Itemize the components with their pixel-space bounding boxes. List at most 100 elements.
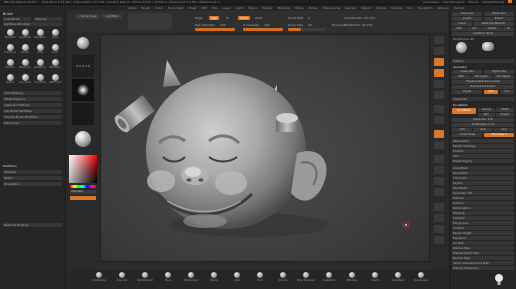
section-clip-brush-modifiers[interactable]: Clip Brush Modifiers xyxy=(3,109,62,113)
section-smooth-brush-modifiers[interactable]: Smooth Brush Modifiers xyxy=(3,115,62,119)
brush-hpolish[interactable]: hPolish xyxy=(19,44,31,56)
polyf-button[interactable] xyxy=(434,203,444,211)
menu-movie[interactable]: Movie xyxy=(295,6,304,10)
clone-button[interactable]: Clone xyxy=(452,22,472,26)
aahalf-button[interactable] xyxy=(434,91,444,99)
lower-res-button[interactable]: Lower Res xyxy=(452,70,482,74)
layers-section[interactable]: Layers xyxy=(452,181,514,185)
arraymesh-section[interactable]: ArrayMesh xyxy=(452,166,514,170)
sub-button[interactable]: Sub xyxy=(473,128,493,132)
zoom3d-button[interactable] xyxy=(434,177,444,185)
move-view-button[interactable] xyxy=(434,166,444,174)
section-tablet-pressure[interactable]: Tablet Pressure xyxy=(3,97,62,101)
blur-slider[interactable]: Blur xyxy=(478,113,495,117)
freeze-subdiv-button[interactable]: Freeze SubDivision Levels xyxy=(452,80,514,84)
geometry-section[interactable]: Geometry xyxy=(452,65,514,69)
polish-toggle[interactable]: Polish xyxy=(496,108,514,112)
draw-size-slider[interactable] xyxy=(288,28,326,31)
shelf-brush-slash3[interactable]: Slash3 xyxy=(366,272,384,288)
menu-document[interactable]: Document xyxy=(168,6,184,10)
dynamesh-section[interactable]: DynaMesh xyxy=(452,103,514,107)
material-thumb[interactable] xyxy=(72,128,94,150)
m-toggle[interactable]: M xyxy=(226,16,229,20)
menu-stencil[interactable]: Stencil xyxy=(361,6,371,10)
shelf-brush-selectlasso[interactable]: SelectLasso xyxy=(412,272,430,288)
groups-toggle[interactable]: Groups xyxy=(478,108,495,112)
visibility-section[interactable]: Visibility xyxy=(452,216,514,220)
goz-visible-button[interactable]: Visible xyxy=(482,27,502,31)
uv-map-section[interactable]: UV Map xyxy=(452,241,514,245)
lightbox-button[interactable]: LightBox xyxy=(102,14,122,19)
reconstruct-subdiv-button[interactable]: Reconstruct Subdiv xyxy=(452,85,514,89)
dynamesh-button[interactable]: DynaMesh xyxy=(452,108,476,114)
z-intensity-slider[interactable] xyxy=(243,28,283,31)
shelf-brush-pinch[interactable]: Pinch xyxy=(251,272,269,288)
menu-draw[interactable]: Draw xyxy=(189,6,197,10)
brush-standard[interactable]: Standard xyxy=(4,29,16,41)
texture-thumb[interactable] xyxy=(72,103,94,125)
add-button[interactable]: Add xyxy=(452,128,472,132)
shelf-brush-trimdynamic[interactable]: TrimDynamic xyxy=(182,272,200,288)
see-through-slider[interactable]: See-through 0 xyxy=(443,0,464,4)
del-higher-button[interactable]: Del Higher xyxy=(493,75,514,79)
mrgb-toggle[interactable]: Mrgb xyxy=(195,16,203,20)
actual-button[interactable] xyxy=(434,80,444,88)
shelf-brush-move-topological[interactable]: Move Topological xyxy=(297,272,315,288)
brush-claybuildup[interactable]: ClayBuildup xyxy=(19,29,31,41)
tool-thumb-2[interactable] xyxy=(480,42,496,56)
shelf-brush-zmodeler[interactable]: ZModeler xyxy=(343,272,361,288)
geometry-hd-section[interactable]: Geometry HD xyxy=(452,191,514,195)
section-alpha-and-texture[interactable]: Alpha and Texture xyxy=(3,103,62,107)
zoom-button[interactable] xyxy=(434,69,444,77)
vector-displacement-section[interactable]: Vector Displacement Map xyxy=(452,261,514,265)
brush-snakehook[interactable]: SnakeHook xyxy=(34,59,46,71)
claypolish-section[interactable]: ClayPolish xyxy=(452,97,514,101)
sdiv-slider[interactable]: SDiv xyxy=(452,75,470,79)
goz-r-button[interactable]: R xyxy=(503,27,514,31)
rotate-button[interactable] xyxy=(434,188,444,196)
position-section[interactable]: Position xyxy=(452,149,514,153)
brush-move-topological[interactable]: Move Topological xyxy=(19,59,31,71)
save-as-button[interactable]: Save As xyxy=(34,17,62,21)
menu-transform[interactable]: Transform xyxy=(418,6,433,10)
texture-map-section[interactable]: Texture Map xyxy=(452,246,514,250)
contact-section[interactable]: Contact xyxy=(452,226,514,230)
switch-color-button[interactable] xyxy=(70,196,96,200)
bpr-button[interactable] xyxy=(434,36,444,44)
menu-zscript[interactable]: Zscript xyxy=(454,6,464,10)
modifier-orientation[interactable]: Orientation xyxy=(3,182,62,186)
menu-edit[interactable]: Edit xyxy=(201,6,207,10)
transp-button[interactable] xyxy=(434,214,444,222)
xyz-button[interactable] xyxy=(434,141,444,149)
quicksave-button[interactable]: QuickSave xyxy=(423,0,439,4)
polypaint-section[interactable]: Polypaint xyxy=(452,236,514,240)
menu-material[interactable]: Material xyxy=(278,6,290,10)
zadd-toggle[interactable]: Zadd xyxy=(238,16,250,20)
brush-imm-primitives[interactable]: IMM Primitives xyxy=(49,74,61,86)
export-button[interactable]: Export xyxy=(484,17,514,21)
subtool-section[interactable]: Subtool xyxy=(452,59,514,63)
menu-macro[interactable]: Macro xyxy=(248,6,257,10)
menu-stroke[interactable]: Stroke xyxy=(376,6,386,10)
home-page-button[interactable]: Home Page xyxy=(76,14,100,19)
current-brush-thumb[interactable] xyxy=(72,35,94,53)
modify-topology-section[interactable]: Modify Topology xyxy=(452,144,514,148)
menu-alpha[interactable]: Alpha xyxy=(128,6,137,10)
brush-pinch[interactable]: Pinch xyxy=(49,44,61,56)
subprojection-slider[interactable]: SubProjection 0.6 xyxy=(452,123,514,127)
rgb-toggle[interactable]: Rgb xyxy=(209,16,219,20)
copy-tool-button[interactable]: Copy Tool xyxy=(452,12,482,16)
project-toggle[interactable]: Project xyxy=(496,113,514,117)
tool-thumb-1[interactable] xyxy=(454,42,468,56)
menu-texture[interactable]: Texture xyxy=(391,6,402,10)
preview-section[interactable]: Preview xyxy=(452,196,514,200)
shelf-brush-move[interactable]: Move xyxy=(159,272,177,288)
shelf-brush-damstandard[interactable]: DamStandard xyxy=(136,272,154,288)
masking-section[interactable]: Masking xyxy=(452,211,514,215)
menu-zplugin[interactable]: Zplugin xyxy=(437,6,448,10)
higher-res-button[interactable]: Higher Res xyxy=(484,70,514,74)
spix-button[interactable] xyxy=(434,47,444,55)
menu-light[interactable]: Light xyxy=(236,6,244,10)
local-symmetry-button[interactable] xyxy=(434,130,444,138)
make-polymesh-button[interactable]: Make PolyMesh3D xyxy=(473,22,514,26)
